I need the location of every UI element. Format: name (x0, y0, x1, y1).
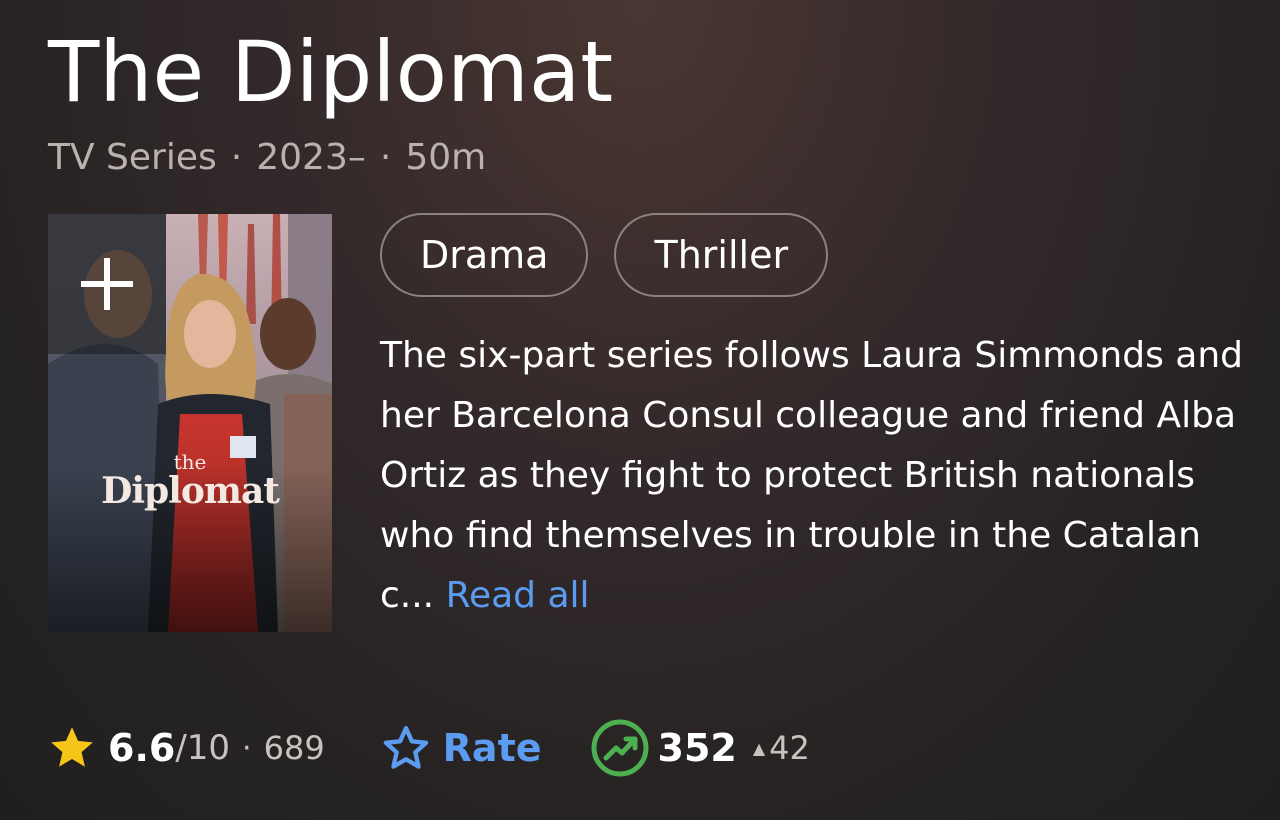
rating-value: 6.6 (108, 726, 176, 770)
title-type: TV Series (48, 137, 217, 178)
star-outline-icon (383, 725, 428, 769)
star-icon (51, 727, 93, 767)
plus-icon (81, 258, 133, 310)
title-years: 2023– (256, 137, 366, 178)
popularity-rank: 352 (657, 726, 737, 770)
read-all-link[interactable]: Read all (446, 575, 590, 616)
page-title: The Diplomat (48, 23, 614, 121)
caret-up-icon: ▲ (752, 738, 766, 758)
trending-up-icon (591, 719, 649, 777)
meta-separator: · (379, 137, 392, 178)
genre-chip-thriller[interactable]: Thriller (614, 213, 829, 297)
popularity-change-value: 42 (769, 729, 810, 767)
rating-scale: /10 (175, 728, 231, 768)
title-meta: TV Series · 2023– · 50m (48, 136, 486, 180)
genre-chips: Drama Thriller (380, 213, 829, 297)
poster-title: Diplomat (101, 470, 280, 512)
add-to-watchlist-button[interactable] (48, 214, 166, 354)
title-runtime: 50m (405, 137, 487, 178)
poster[interactable]: the Diplomat (48, 214, 332, 632)
rating-bar: 6.6 /10 · 689 Rate 352 ▲ 42 (46, 718, 810, 778)
plot-text: The six-part series follows Laura Simmon… (380, 335, 1243, 616)
rate-button[interactable]: Rate (379, 722, 542, 774)
popularity[interactable]: 352 ▲ 42 (590, 718, 810, 778)
meta-separator: · (230, 137, 243, 178)
rating-separator: · (242, 730, 252, 766)
genre-chip-drama[interactable]: Drama (380, 213, 589, 297)
rate-label: Rate (442, 726, 542, 770)
popularity-change: ▲ 42 (753, 729, 810, 767)
plot-summary: The six-part series follows Laura Simmon… (380, 326, 1260, 626)
rating-count: 689 (263, 729, 325, 767)
